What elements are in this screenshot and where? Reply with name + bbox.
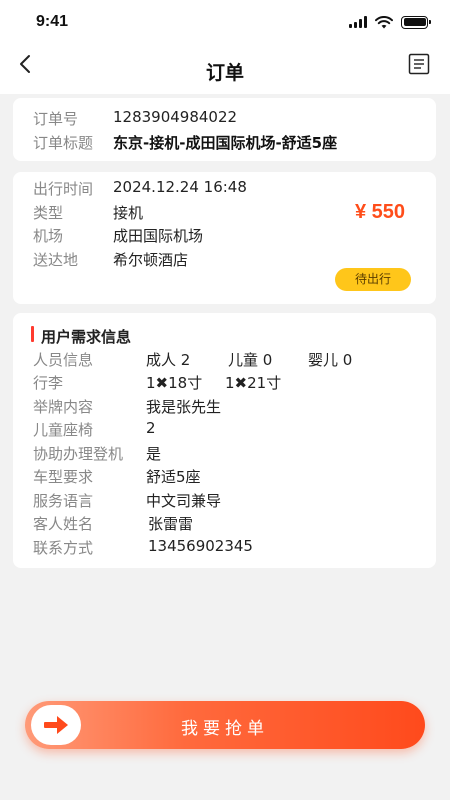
adult-count: 成人 2: [146, 351, 191, 369]
order-number-value: 1283904984022: [113, 108, 238, 126]
trip-time-label: 出行时间: [33, 180, 94, 198]
guest-label: 客人姓名: [33, 515, 94, 533]
contact-label: 联系方式: [33, 539, 94, 557]
order-title-value: 东京-接机-成田国际机场-舒适5座: [113, 134, 338, 152]
child-count: 儿童 0: [228, 351, 273, 369]
page-title: 订单: [205, 62, 244, 84]
order-price: ¥ 550: [354, 201, 405, 223]
luggage-item-1: 1✖18寸: [146, 374, 203, 392]
status-bar: 9:41: [0, 0, 450, 44]
battery-icon: [401, 15, 431, 29]
checkin-label: 协助办理登机: [33, 445, 124, 463]
guest-value: 张雷雷: [148, 515, 194, 533]
destination-label: 送达地: [33, 251, 79, 269]
destination-value: 希尔顿酒店: [113, 251, 189, 269]
child-seat-value: 2: [146, 419, 156, 437]
language-label: 服务语言: [33, 492, 94, 510]
infant-count: 婴儿 0: [308, 351, 353, 369]
order-info-card: 订单号 1283904984022 订单标题 东京-接机-成田国际机场-舒适5座: [13, 98, 436, 161]
wifi-icon: [375, 15, 393, 28]
section-accent-bar: [31, 326, 34, 342]
cellular-signal-icon: [349, 16, 367, 28]
nav-bar: 订单: [0, 44, 450, 94]
contact-value: 13456902345: [148, 537, 253, 555]
status-icons: [349, 14, 431, 30]
language-value: 中文司兼导: [146, 492, 222, 510]
trip-info-card: 出行时间 2024.12.24 16:48 类型 接机 机场 成田国际机场 送达…: [13, 172, 436, 304]
order-number-label: 订单号: [33, 110, 79, 128]
sign-label: 举牌内容: [33, 398, 94, 416]
grab-order-button[interactable]: 我要抢单: [25, 701, 425, 749]
luggage-label: 行李: [33, 374, 64, 392]
car-value: 舒适5座: [146, 468, 201, 486]
trip-time-value: 2024.12.24 16:48: [113, 178, 247, 196]
requirements-card: 用户需求信息 人员信息 成人 2 儿童 0 婴儿 0 行李 1✖18寸 1✖21…: [13, 313, 436, 568]
passengers-label: 人员信息: [33, 351, 94, 369]
order-title-label: 订单标题: [33, 134, 94, 152]
airport-value: 成田国际机场: [113, 227, 204, 245]
car-label: 车型要求: [33, 468, 94, 486]
requirements-title: 用户需求信息: [41, 328, 132, 346]
status-time: 9:41: [36, 13, 69, 30]
sign-value: 我是张先生: [146, 398, 222, 416]
status-badge: 待出行: [335, 268, 411, 291]
luggage-item-2: 1✖21寸: [225, 374, 282, 392]
trip-type-label: 类型: [33, 204, 64, 222]
grab-order-label: 我要抢单: [181, 719, 269, 739]
airport-label: 机场: [33, 227, 64, 245]
checkin-value: 是: [146, 445, 162, 463]
document-list-icon[interactable]: [408, 53, 430, 75]
child-seat-label: 儿童座椅: [33, 421, 94, 439]
trip-type-value: 接机: [113, 204, 144, 222]
